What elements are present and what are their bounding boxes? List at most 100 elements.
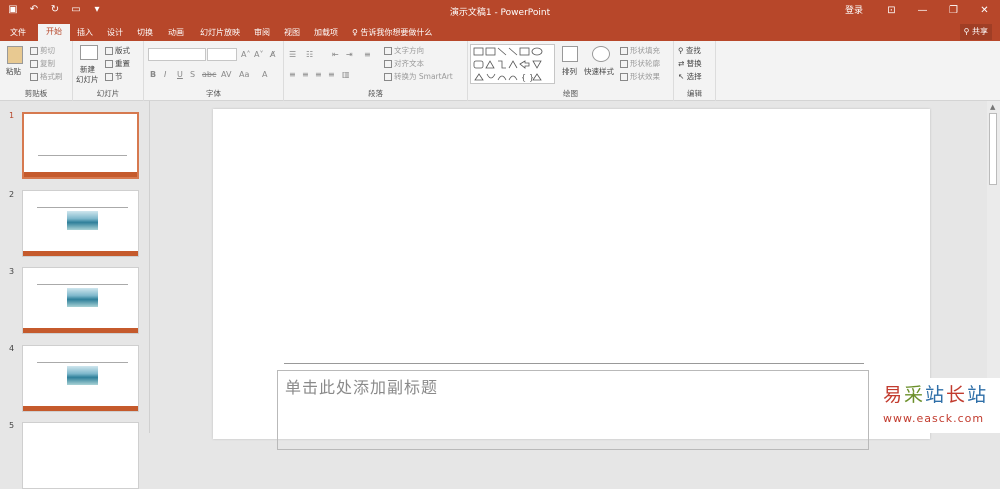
paste-icon[interactable]: [7, 46, 23, 64]
title-underline: [284, 363, 864, 364]
thumb-image: [67, 211, 98, 230]
tab-animations[interactable]: 动画: [162, 25, 190, 41]
tab-transitions[interactable]: 切换: [132, 25, 158, 41]
grow-font-icon[interactable]: A˄: [241, 50, 250, 59]
tab-home[interactable]: 开始: [38, 24, 70, 41]
ribbon-tabs: 文件 开始 插入 设计 切换 动画 幻灯片放映 审阅 视图 加载项 ♀ 告诉我你…: [0, 22, 1000, 41]
thumb-image: [67, 366, 98, 385]
align-left-icon[interactable]: ≡: [289, 70, 296, 79]
section-button[interactable]: 节: [105, 72, 123, 82]
clear-formatting-icon[interactable]: A̸: [270, 50, 275, 59]
slide-thumbnail-2[interactable]: [22, 190, 139, 257]
thumb-title-line: [37, 362, 128, 363]
align-center-icon[interactable]: ≡: [302, 70, 309, 79]
subtitle-placeholder[interactable]: 单击此处添加副标题: [277, 370, 869, 450]
tab-review[interactable]: 审阅: [250, 25, 274, 41]
login-button[interactable]: 登录: [832, 0, 876, 22]
scrollbar-thumb[interactable]: [989, 113, 997, 185]
tab-view[interactable]: 视图: [280, 25, 304, 41]
line-spacing-icon[interactable]: ≡: [364, 50, 371, 59]
thumb-footer-bar: [23, 251, 138, 256]
character-spacing-button[interactable]: AV: [221, 70, 231, 79]
new-slide-dropdown[interactable]: 幻灯片: [76, 75, 99, 85]
font-family-select[interactable]: [148, 48, 206, 61]
group-slides: 新建 幻灯片 版式 重置 节 幻灯片: [73, 41, 144, 101]
align-text-icon: [384, 60, 392, 68]
slide-editing-area[interactable]: 单击此处添加副标题: [151, 101, 987, 450]
reset-button[interactable]: 重置: [105, 59, 130, 69]
increase-indent-icon[interactable]: ⇥: [346, 50, 353, 59]
tab-slide-show[interactable]: 幻灯片放映: [196, 25, 244, 41]
shape-outline-button[interactable]: 形状轮廓: [620, 59, 660, 69]
scroll-up-icon[interactable]: ▲: [990, 103, 995, 111]
tab-file[interactable]: 文件: [4, 25, 32, 41]
find-button[interactable]: ⚲ 查找: [678, 46, 701, 56]
quick-styles-icon[interactable]: [592, 46, 610, 62]
slide-thumbnail-3[interactable]: [22, 267, 139, 334]
font-size-select[interactable]: [207, 48, 237, 61]
shrink-font-icon[interactable]: A˅: [254, 50, 263, 59]
paint-bucket-icon: [620, 47, 628, 55]
replace-icon: ⇄: [678, 59, 687, 68]
tell-me-search[interactable]: ♀ 告诉我你想要做什么: [352, 25, 448, 41]
bullets-icon[interactable]: ☰: [289, 50, 296, 59]
slide-thumbnail-1[interactable]: [22, 112, 139, 179]
close-button[interactable]: ✕: [969, 0, 1000, 22]
current-slide[interactable]: 单击此处添加副标题: [213, 109, 930, 450]
group-label-clipboard: 剪贴板: [24, 89, 48, 98]
tab-insert[interactable]: 插入: [72, 25, 98, 41]
minimize-button[interactable]: —: [907, 0, 938, 22]
bold-button[interactable]: B: [150, 70, 156, 79]
shape-fill-button[interactable]: 形状填充: [620, 46, 660, 56]
decrease-indent-icon[interactable]: ⇤: [332, 50, 339, 59]
tab-design[interactable]: 设计: [102, 25, 128, 41]
format-painter-button[interactable]: 格式刷: [30, 72, 63, 82]
align-text-button[interactable]: 对齐文本: [384, 59, 424, 69]
brush-icon: [30, 73, 38, 81]
paste-button[interactable]: 粘贴: [6, 67, 21, 77]
layout-icon: [105, 47, 113, 55]
quick-styles-button[interactable]: 快速样式: [584, 67, 614, 77]
columns-icon[interactable]: ▥: [342, 70, 350, 79]
new-slide-icon[interactable]: [80, 45, 98, 60]
shadow-button[interactable]: S: [190, 70, 195, 79]
change-case-button[interactable]: Aa: [239, 70, 249, 79]
select-button[interactable]: ↖ 选择: [678, 72, 702, 82]
magnifier-icon: ⚲: [678, 46, 686, 55]
scissors-icon: [30, 47, 38, 55]
arrange-icon[interactable]: [562, 46, 578, 62]
cut-button[interactable]: 剪切: [30, 46, 55, 56]
convert-smartart-button[interactable]: 转换为 SmartArt: [384, 72, 453, 82]
slide-thumbnail-5[interactable]: [22, 422, 139, 489]
cursor-icon: ↖: [678, 72, 687, 81]
italic-button[interactable]: I: [164, 70, 166, 79]
ribbon-display-options-button[interactable]: ⊡: [876, 0, 907, 22]
justify-icon[interactable]: ≡: [328, 70, 335, 79]
slide-thumbnails-panel[interactable]: 1 2 3 4 5: [0, 101, 150, 489]
replace-button[interactable]: ⇄ 替换: [678, 59, 702, 69]
layout-button[interactable]: 版式: [105, 46, 130, 56]
slide-number: 2: [9, 190, 15, 199]
shapes-gallery[interactable]: {}: [470, 44, 555, 84]
section-icon: [105, 73, 113, 81]
font-color-button[interactable]: A: [262, 70, 267, 79]
arrange-button[interactable]: 排列: [562, 67, 577, 77]
restore-button[interactable]: ❐: [938, 0, 969, 22]
share-button[interactable]: ⚲ 共享: [959, 24, 992, 40]
ribbon-home: 粘贴 剪切 复制 格式刷 剪贴板 新建 幻灯片 版式 重置 节 幻灯片 A˄ A…: [0, 41, 1000, 101]
strikethrough-button[interactable]: abc: [202, 70, 216, 79]
slide-thumbnail-4[interactable]: [22, 345, 139, 412]
watermark-char: 长: [946, 384, 968, 406]
align-right-icon[interactable]: ≡: [315, 70, 322, 79]
numbering-icon[interactable]: ☷: [306, 50, 313, 59]
tab-add-ins[interactable]: 加载项: [310, 25, 342, 41]
text-direction-button[interactable]: 文字方向: [384, 46, 424, 56]
subtitle-placeholder-text: 单击此处添加副标题: [285, 378, 439, 397]
group-label-editing: 编辑: [687, 89, 702, 98]
copy-button[interactable]: 复制: [30, 59, 55, 69]
new-slide-button[interactable]: 新建: [80, 65, 95, 75]
shape-effects-button[interactable]: 形状效果: [620, 72, 660, 82]
slide-number: 3: [9, 267, 15, 276]
underline-button[interactable]: U: [177, 70, 183, 79]
svg-text:{: {: [521, 73, 526, 82]
